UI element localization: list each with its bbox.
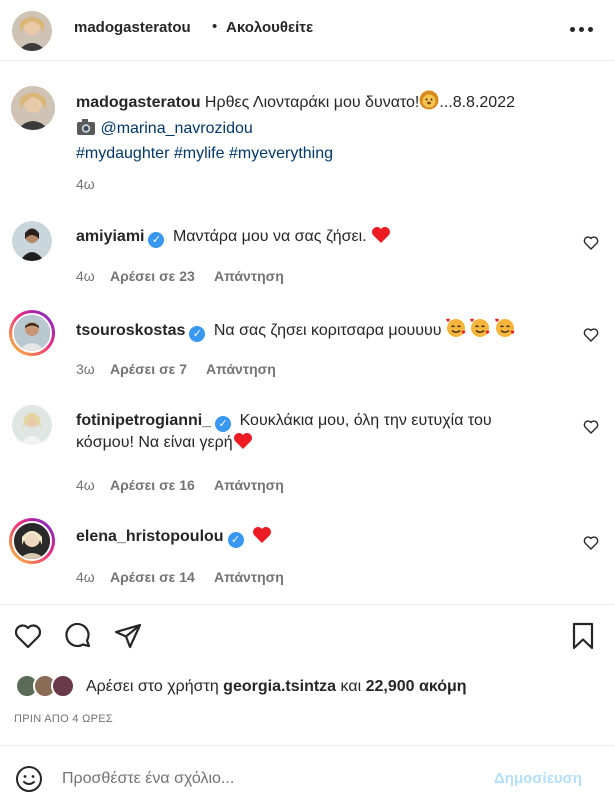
red-heart-emoji bbox=[252, 526, 272, 551]
story-ring[interactable] bbox=[9, 518, 55, 564]
comment-likes-count[interactable]: Αρέσει σε 16 bbox=[110, 477, 195, 493]
reply-label[interactable]: Απάντηση bbox=[206, 361, 276, 377]
comment-likes-count[interactable]: Αρέσει σε 7 bbox=[110, 361, 187, 377]
caption-username[interactable]: madogasteratou bbox=[76, 94, 200, 111]
reply-button[interactable]: Απάντηση bbox=[206, 361, 276, 377]
verified-badge-icon: ✓ bbox=[227, 532, 244, 548]
hashtag-link[interactable]: #myeverything bbox=[229, 145, 333, 162]
likes-prefix: Αρέσει στο χρήστη bbox=[86, 678, 219, 695]
liker-avatars[interactable] bbox=[15, 674, 79, 698]
author-avatar[interactable] bbox=[12, 11, 52, 51]
commenter-avatar[interactable] bbox=[12, 221, 52, 261]
comment-like-icon[interactable] bbox=[583, 327, 599, 343]
comment-like-icon[interactable] bbox=[583, 535, 599, 551]
likes-conjunction: και bbox=[340, 678, 362, 695]
smiling-face-with-hearts-emoji bbox=[495, 318, 515, 345]
smiling-face-with-hearts-emoji bbox=[446, 318, 466, 345]
comment-likes[interactable]: Αρέσει σε 23 bbox=[110, 268, 195, 284]
comment-username[interactable]: elena_hristopoulou bbox=[76, 528, 224, 545]
comment: fotinipetrogianni_ ✓ Κουκλάκια μου, όλη τ… bbox=[76, 410, 576, 457]
comment-like-icon[interactable] bbox=[583, 419, 599, 435]
comment: tsouroskostas ✓ Να σας ζησει κοριτσαρα μο… bbox=[76, 318, 576, 345]
caption-time[interactable]: 4ω bbox=[76, 176, 95, 192]
comment-bubble-icon[interactable] bbox=[63, 621, 93, 651]
comment-likes[interactable]: Αρέσει σε 14 bbox=[110, 569, 195, 585]
section-divider bbox=[0, 604, 615, 605]
comment-time[interactable]: 3ω bbox=[76, 361, 95, 377]
comment-text: Κουκλάκια μου, όλη την ευτυχία του bbox=[239, 412, 492, 429]
red-heart-emoji bbox=[371, 226, 391, 251]
share-paper-plane-icon[interactable] bbox=[113, 621, 143, 651]
comment-time[interactable]: 4ω bbox=[76, 569, 95, 585]
post-caption: madogasteratou Ηρθες Λιονταράκι μου δυνα… bbox=[76, 90, 576, 166]
likes-summary: Αρέσει στο χρήστη georgia.tsintza και 22… bbox=[86, 678, 467, 696]
liker-username[interactable]: georgia.tsintza bbox=[223, 678, 336, 695]
commenter-avatar[interactable] bbox=[12, 405, 52, 445]
comment: amiyiami ✓ Μαντάρα μου να σας ζήσει. bbox=[76, 226, 576, 251]
story-ring[interactable] bbox=[9, 310, 55, 356]
post-header: madogasteratou • Ακολουθείτε bbox=[0, 0, 615, 61]
comment-text: Να σας ζησει κοριτσαρα μουυυυ bbox=[213, 322, 442, 339]
mention-link[interactable]: @marina_navrozidou bbox=[100, 120, 252, 137]
comment-text: Μαντάρα μου να σας ζήσει. bbox=[172, 228, 367, 245]
camera-emoji bbox=[76, 118, 96, 144]
post-comment-button[interactable]: Δημοσίευση bbox=[494, 770, 582, 787]
comment-likes-count[interactable]: Αρέσει σε 23 bbox=[110, 268, 195, 284]
lion-face-emoji bbox=[419, 90, 439, 118]
comment-username[interactable]: tsouroskostas bbox=[76, 322, 185, 339]
caption-date: ...8.8.2022 bbox=[439, 94, 515, 111]
like-heart-icon[interactable] bbox=[13, 621, 43, 651]
section-divider bbox=[0, 745, 615, 746]
comment-text: κόσμου! Να είναι γερή bbox=[76, 434, 233, 451]
post-timestamp[interactable]: ΠΡΙΝ ΑΠΟ 4 ΩΡΕΣ bbox=[14, 713, 113, 725]
reply-button[interactable]: Απάντηση bbox=[214, 569, 284, 585]
comment-likes-count[interactable]: Αρέσει σε 14 bbox=[110, 569, 195, 585]
verified-badge-icon: ✓ bbox=[148, 232, 165, 248]
comment-time[interactable]: 4ω bbox=[76, 477, 95, 493]
reply-button[interactable]: Απάντηση bbox=[214, 268, 284, 284]
verified-badge-icon: ✓ bbox=[189, 326, 206, 342]
emoji-picker-icon[interactable] bbox=[14, 764, 44, 794]
comment-time[interactable]: 4ω bbox=[76, 268, 95, 284]
verified-badge-icon: ✓ bbox=[215, 416, 232, 432]
header-separator: • bbox=[212, 18, 218, 35]
reply-label[interactable]: Απάντηση bbox=[214, 268, 284, 284]
comment: elena_hristopoulou ✓ bbox=[76, 526, 576, 551]
commenter-avatar[interactable] bbox=[12, 521, 52, 561]
comment-input[interactable] bbox=[62, 764, 482, 794]
comment-likes[interactable]: Αρέσει σε 7 bbox=[110, 361, 187, 377]
hashtag-link[interactable]: #mylife bbox=[174, 145, 225, 162]
hashtag-link[interactable]: #mydaughter bbox=[76, 145, 169, 162]
liker-avatar[interactable] bbox=[51, 674, 75, 698]
save-bookmark-icon[interactable] bbox=[568, 621, 598, 651]
commenter-avatar[interactable] bbox=[12, 313, 52, 353]
reply-button[interactable]: Απάντηση bbox=[214, 477, 284, 493]
comment-likes[interactable]: Αρέσει σε 16 bbox=[110, 477, 195, 493]
following-button[interactable]: Ακολουθείτε bbox=[226, 19, 313, 36]
reply-label[interactable]: Απάντηση bbox=[214, 569, 284, 585]
reply-label[interactable]: Απάντηση bbox=[214, 477, 284, 493]
comment-username[interactable]: amiyiami bbox=[76, 228, 144, 245]
comment-username[interactable]: fotinipetrogianni_ bbox=[76, 412, 211, 429]
red-heart-emoji bbox=[233, 432, 253, 457]
caption-text: Ηρθες Λιονταράκι μου δυνατο! bbox=[204, 94, 420, 111]
more-options-icon[interactable] bbox=[570, 27, 594, 33]
caption-avatar[interactable] bbox=[11, 86, 55, 130]
smiling-face-with-hearts-emoji bbox=[470, 318, 490, 345]
likes-count[interactable]: 22,900 ακόμη bbox=[366, 678, 467, 695]
comment-like-icon[interactable] bbox=[583, 235, 599, 251]
author-username[interactable]: madogasteratou bbox=[74, 19, 191, 36]
